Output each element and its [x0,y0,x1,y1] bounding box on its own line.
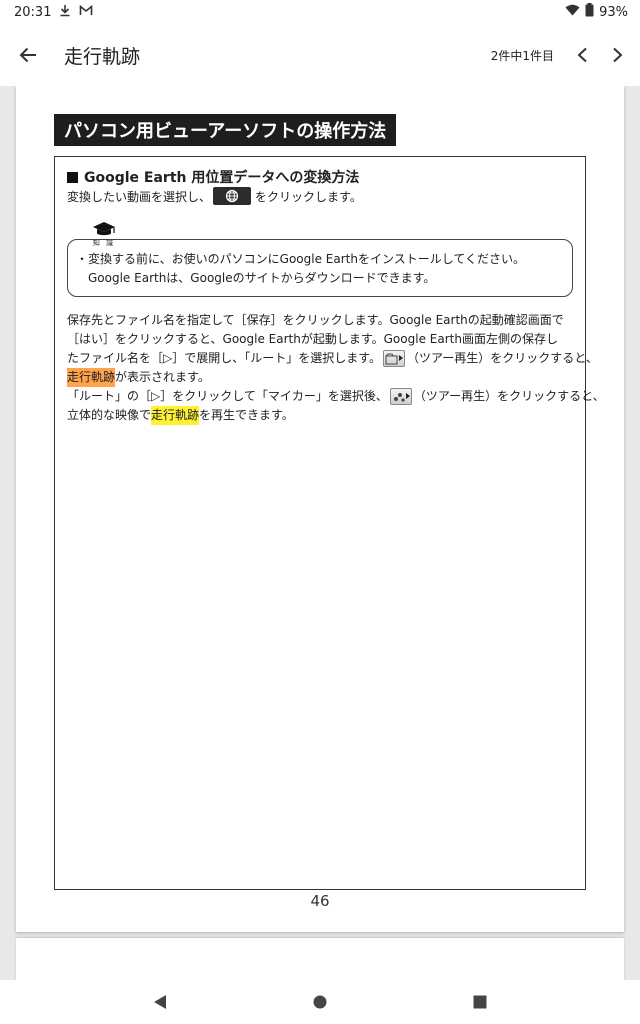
chevron-left-icon [577,47,587,63]
instruction-line: 変換したい動画を選択し、 をクリックします。 [67,187,362,205]
body-line-2: ［はい］をクリックすると、Google Earthが起動します。Google E… [67,332,558,346]
body-line-4-rest: が表示されます。 [115,370,210,384]
body-line-3: たファイル名を［▷］で展開し、「ルート」を選択します。 （ツアー再生）をクリック… [67,349,598,368]
previous-page-button[interactable] [564,31,600,79]
status-left: 20:31 [14,4,93,21]
body-line-6: 立体的な映像で 走行軌跡 を再生できます。 [67,406,579,425]
status-time: 20:31 [14,4,52,20]
page-number: 46 [310,892,330,910]
highlight-orange: 走行軌跡 [67,368,116,387]
battery-icon [585,3,594,21]
system-recents-button[interactable] [460,982,500,1022]
gmail-icon [79,4,93,20]
app-title: 走行軌跡 [64,45,141,68]
globe-button-image [213,187,252,205]
tip-text-1: 変換する前に、お使いのパソコンにGoogle Earthをインストールしてくださ… [88,252,525,266]
tour-play-button-image [383,350,406,367]
document-page: パソコン用ビューアーソフトの操作方法 Google Earth 用位置データへの… [16,86,624,932]
page-counter: 2件中1件目 [490,48,554,63]
body-line-5: 「ルート」の［▷］をクリックして「マイカー」を選択後、 （ツアー再生）をクリック… [67,387,605,406]
highlight-yellow: 走行軌跡 [151,406,200,425]
tour-play-icon [393,392,410,402]
body-line-4: 走行軌跡 が表示されます。 [67,368,579,387]
subheading-text: Google Earth 用位置データへの変換方法 [84,170,360,186]
body-line-6-a: 立体的な映像で [67,408,152,422]
next-page-button[interactable] [600,31,636,79]
chevron-right-icon [613,47,623,63]
body-line-6-b: を再生できます。 [199,408,294,422]
square-bullet-icon [67,171,78,183]
subheading: Google Earth 用位置データへの変換方法 [67,167,359,187]
back-triangle-icon [154,995,166,1009]
tour-play-button-image-2 [389,388,412,405]
system-back-button[interactable] [140,982,180,1022]
arrow-left-icon [19,47,36,63]
folder-play-icon [385,353,404,364]
body-line-5-b: （ツアー再生）をクリックすると、 [413,389,605,403]
tip-line-2: Google Earthは、Googleのサイトからダウンロードできます。 [76,269,564,288]
system-nav-bar [0,980,640,1024]
graduation-cap-icon [93,222,115,236]
tip-text-2: Google Earthは、Googleのサイトからダウンロードできます。 [88,271,436,285]
body-line-3-b: （ツアー再生）をクリックすると、 [407,351,598,365]
globe-icon [225,189,239,203]
tip-box: ・変換する前に、お使いのパソコンにGoogle Earthをインストールしてくだ… [67,239,573,297]
download-icon [59,4,71,21]
instruction-after: をクリックします。 [255,189,362,204]
body-line-1: 保存先とファイル名を指定して［保存］をクリックします。Google Earthの… [67,313,564,327]
app-bar: 走行軌跡 2件中1件目 [0,24,640,86]
wifi-icon [565,4,580,20]
tip-line-1: ・変換する前に、お使いのパソコンにGoogle Earthをインストールしてくだ… [76,250,564,269]
status-right: 93% [565,3,628,21]
system-home-button[interactable] [300,982,340,1022]
body-line-5-a: 「ルート」の［▷］をクリックして「マイカー」を選択後、 [67,389,388,403]
body-line-3-a: たファイル名を［▷］で展開し、「ルート」を選択します。 [67,351,382,365]
battery-percent: 93% [599,4,628,20]
instruction-before: 変換したい動画を選択し、 [67,189,212,204]
home-circle-icon [313,995,327,1009]
body-text: 保存先とファイル名を指定して［保存］をクリックします。Google Earthの… [67,311,605,425]
document-viewer[interactable]: パソコン用ビューアーソフトの操作方法 Google Earth 用位置データへの… [0,86,640,980]
recents-square-icon [473,995,487,1009]
section-title: パソコン用ビューアーソフトの操作方法 [54,114,397,146]
next-document-page [16,938,624,980]
tip-bullet: ・ [76,252,89,266]
status-bar: 20:31 93% [0,0,640,24]
back-button[interactable] [0,27,56,83]
content-box: Google Earth 用位置データへの変換方法 変換したい動画を選択し、 を… [54,156,605,890]
